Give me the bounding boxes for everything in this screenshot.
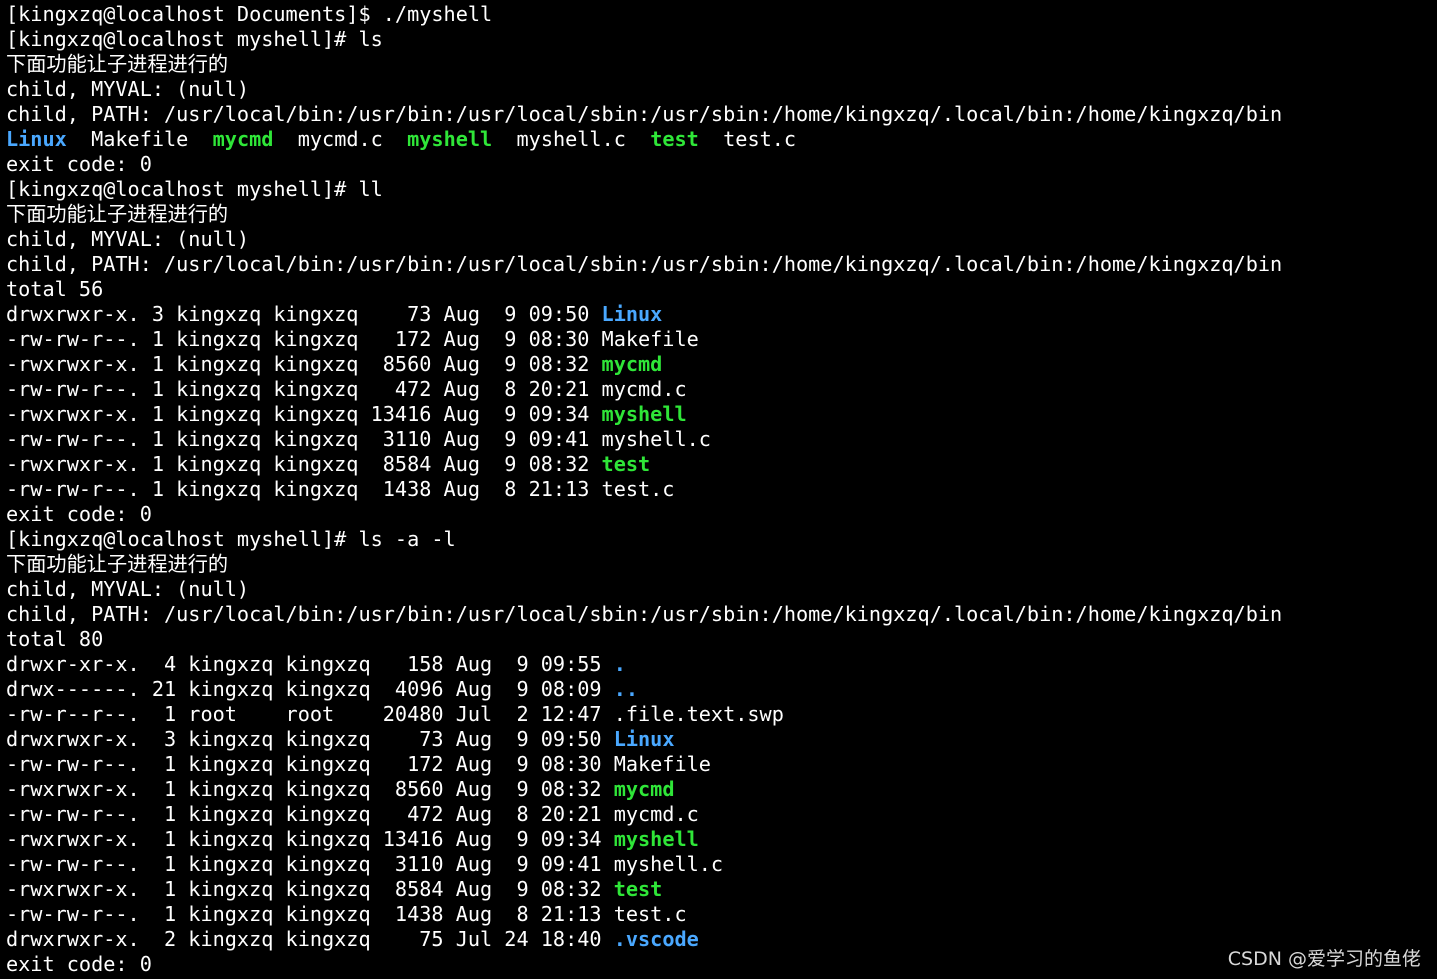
terminal-line: -rwxrwxr-x. 1 kingxzq kingxzq 8584 Aug 9… (6, 877, 662, 902)
terminal-line: -rwxrwxr-x. 1 kingxzq kingxzq 8560 Aug 9… (6, 352, 662, 377)
terminal-line: 下面功能让子进程进行的 (6, 52, 228, 77)
terminal-text: myshell.c (492, 127, 651, 151)
file-name-highlight: myshell (613, 827, 699, 851)
terminal-line: child, MYVAL: (null) (6, 227, 249, 252)
terminal-line: -rw-rw-r--. 1 kingxzq kingxzq 172 Aug 9 … (6, 327, 699, 352)
terminal-text: drwxrwxr-x. 2 kingxzq kingxzq 75 Jul 24 … (6, 927, 614, 951)
terminal-text: child, PATH: /usr/local/bin:/usr/bin:/us… (6, 102, 1283, 126)
terminal-text: -rw-rw-r--. 1 kingxzq kingxzq 172 Aug 9 … (6, 752, 711, 776)
terminal-line: child, PATH: /usr/local/bin:/usr/bin:/us… (6, 252, 1282, 277)
file-name-highlight: .vscode (613, 927, 699, 951)
terminal-text: -rw-r--r--. 1 root root 20480 Jul 2 12:4… (6, 702, 784, 726)
terminal-text: [kingxzq@localhost myshell]# ls (6, 27, 383, 51)
terminal-line: child, MYVAL: (null) (6, 577, 249, 602)
terminal-line: exit code: 0 (6, 152, 152, 177)
terminal-line: -rw-rw-r--. 1 kingxzq kingxzq 1438 Aug 8… (6, 902, 687, 927)
terminal-line: -rwxrwxr-x. 1 kingxzq kingxzq 13416 Aug … (6, 402, 687, 427)
terminal-line: 下面功能让子进程进行的 (6, 202, 228, 227)
terminal-text: child, MYVAL: (null) (6, 227, 250, 251)
terminal-text: exit code: 0 (6, 152, 152, 176)
terminal-text: -rw-rw-r--. 1 kingxzq kingxzq 472 Aug 8 … (6, 802, 699, 826)
file-name-highlight: test (613, 877, 663, 901)
terminal-text: -rw-rw-r--. 1 kingxzq kingxzq 3110 Aug 9… (6, 427, 711, 451)
terminal-text: child, PATH: /usr/local/bin:/usr/bin:/us… (6, 602, 1283, 626)
file-name-highlight: mycmd (212, 127, 274, 151)
file-name-highlight: mycmd (601, 352, 663, 376)
terminal-text: 下面功能让子进程进行的 (6, 552, 229, 576)
terminal-text: -rwxrwxr-x. 1 kingxzq kingxzq 8560 Aug 9… (6, 352, 602, 376)
terminal-text: total 56 (6, 277, 104, 301)
terminal-line: total 56 (6, 277, 103, 302)
terminal-line: -rwxrwxr-x. 1 kingxzq kingxzq 8560 Aug 9… (6, 777, 674, 802)
terminal-text: [kingxzq@localhost Documents]$ ./myshell (6, 2, 493, 26)
terminal-text: -rw-rw-r--. 1 kingxzq kingxzq 472 Aug 8 … (6, 377, 687, 401)
terminal-line: drwxr-xr-x. 4 kingxzq kingxzq 158 Aug 9 … (6, 652, 626, 677)
terminal-text: drwxr-xr-x. 4 kingxzq kingxzq 158 Aug 9 … (6, 652, 614, 676)
terminal-line: -rw-r--r--. 1 root root 20480 Jul 2 12:4… (6, 702, 784, 727)
terminal-text: 下面功能让子进程进行的 (6, 202, 229, 226)
file-name-highlight: Linux (601, 302, 663, 326)
terminal-line: -rwxrwxr-x. 1 kingxzq kingxzq 13416 Aug … (6, 827, 699, 852)
terminal-line: exit code: 0 (6, 952, 152, 977)
terminal-line: drwx------. 21 kingxzq kingxzq 4096 Aug … (6, 677, 638, 702)
terminal-line: -rw-rw-r--. 1 kingxzq kingxzq 3110 Aug 9… (6, 427, 711, 452)
terminal-line: child, PATH: /usr/local/bin:/usr/bin:/us… (6, 602, 1282, 627)
file-name-highlight: . (613, 652, 626, 676)
terminal-text: -rwxrwxr-x. 1 kingxzq kingxzq 8584 Aug 9… (6, 452, 602, 476)
file-name-highlight: Linux (6, 127, 67, 151)
terminal-text: mycmd.c (273, 127, 408, 151)
terminal-text: -rwxrwxr-x. 1 kingxzq kingxzq 8584 Aug 9… (6, 877, 614, 901)
csdn-watermark: CSDN @爱学习的鱼佬 (1227, 948, 1421, 970)
file-name-highlight: test (650, 127, 699, 151)
terminal-line: Linux Makefile mycmd mycmd.c myshell mys… (6, 127, 796, 152)
terminal-text: [kingxzq@localhost myshell]# ll (6, 177, 383, 201)
terminal-line: drwxrwxr-x. 3 kingxzq kingxzq 73 Aug 9 0… (6, 302, 662, 327)
terminal-line: total 80 (6, 627, 103, 652)
terminal-line: child, PATH: /usr/local/bin:/usr/bin:/us… (6, 102, 1282, 127)
terminal-text: -rw-rw-r--. 1 kingxzq kingxzq 3110 Aug 9… (6, 852, 724, 876)
terminal-text: child, MYVAL: (null) (6, 577, 250, 601)
terminal-text: drwxrwxr-x. 3 kingxzq kingxzq 73 Aug 9 0… (6, 727, 614, 751)
terminal-line: [kingxzq@localhost myshell]# ls (6, 27, 383, 52)
file-name-highlight: test (601, 452, 651, 476)
terminal-line: [kingxzq@localhost Documents]$ ./myshell (6, 2, 492, 27)
terminal-text: child, PATH: /usr/local/bin:/usr/bin:/us… (6, 252, 1283, 276)
terminal-text: exit code: 0 (6, 502, 152, 526)
file-name-highlight: Linux (613, 727, 675, 751)
terminal-line: -rw-rw-r--. 1 kingxzq kingxzq 1438 Aug 8… (6, 477, 674, 502)
terminal-line: [kingxzq@localhost myshell]# ls -a -l (6, 527, 456, 552)
terminal-line: [kingxzq@localhost myshell]# ll (6, 177, 383, 202)
terminal-text: -rw-rw-r--. 1 kingxzq kingxzq 172 Aug 9 … (6, 327, 699, 351)
terminal-text: exit code: 0 (6, 952, 152, 976)
terminal-text: -rw-rw-r--. 1 kingxzq kingxzq 1438 Aug 8… (6, 477, 675, 501)
file-name-highlight: myshell (407, 127, 493, 151)
terminal-text: -rwxrwxr-x. 1 kingxzq kingxzq 13416 Aug … (6, 402, 602, 426)
terminal-text: drwx------. 21 kingxzq kingxzq 4096 Aug … (6, 677, 614, 701)
terminal-line: drwxrwxr-x. 2 kingxzq kingxzq 75 Jul 24 … (6, 927, 699, 952)
file-name-highlight: mycmd (613, 777, 675, 801)
terminal-text: [kingxzq@localhost myshell]# ls -a -l (6, 527, 456, 551)
terminal-text: drwxrwxr-x. 3 kingxzq kingxzq 73 Aug 9 0… (6, 302, 602, 326)
terminal-text: test.c (698, 127, 797, 151)
terminal-text: -rwxrwxr-x. 1 kingxzq kingxzq 13416 Aug … (6, 827, 614, 851)
file-name-highlight: myshell (601, 402, 687, 426)
terminal-text: Makefile (66, 127, 213, 151)
terminal-line: child, MYVAL: (null) (6, 77, 249, 102)
terminal-line: drwxrwxr-x. 3 kingxzq kingxzq 73 Aug 9 0… (6, 727, 674, 752)
terminal-line: 下面功能让子进程进行的 (6, 552, 228, 577)
terminal-line: -rwxrwxr-x. 1 kingxzq kingxzq 8584 Aug 9… (6, 452, 650, 477)
terminal-line: -rw-rw-r--. 1 kingxzq kingxzq 3110 Aug 9… (6, 852, 723, 877)
terminal-window[interactable]: [kingxzq@localhost Documents]$ ./myshell… (0, 0, 1437, 979)
terminal-line: -rw-rw-r--. 1 kingxzq kingxzq 172 Aug 9 … (6, 752, 711, 777)
terminal-text: 下面功能让子进程进行的 (6, 52, 229, 76)
file-name-highlight: .. (613, 677, 639, 701)
terminal-text: child, MYVAL: (null) (6, 77, 250, 101)
terminal-line: -rw-rw-r--. 1 kingxzq kingxzq 472 Aug 8 … (6, 377, 687, 402)
terminal-line: -rw-rw-r--. 1 kingxzq kingxzq 472 Aug 8 … (6, 802, 699, 827)
terminal-text: total 80 (6, 627, 104, 651)
terminal-line: exit code: 0 (6, 502, 152, 527)
terminal-text: -rwxrwxr-x. 1 kingxzq kingxzq 8560 Aug 9… (6, 777, 614, 801)
terminal-text: -rw-rw-r--. 1 kingxzq kingxzq 1438 Aug 8… (6, 902, 687, 926)
